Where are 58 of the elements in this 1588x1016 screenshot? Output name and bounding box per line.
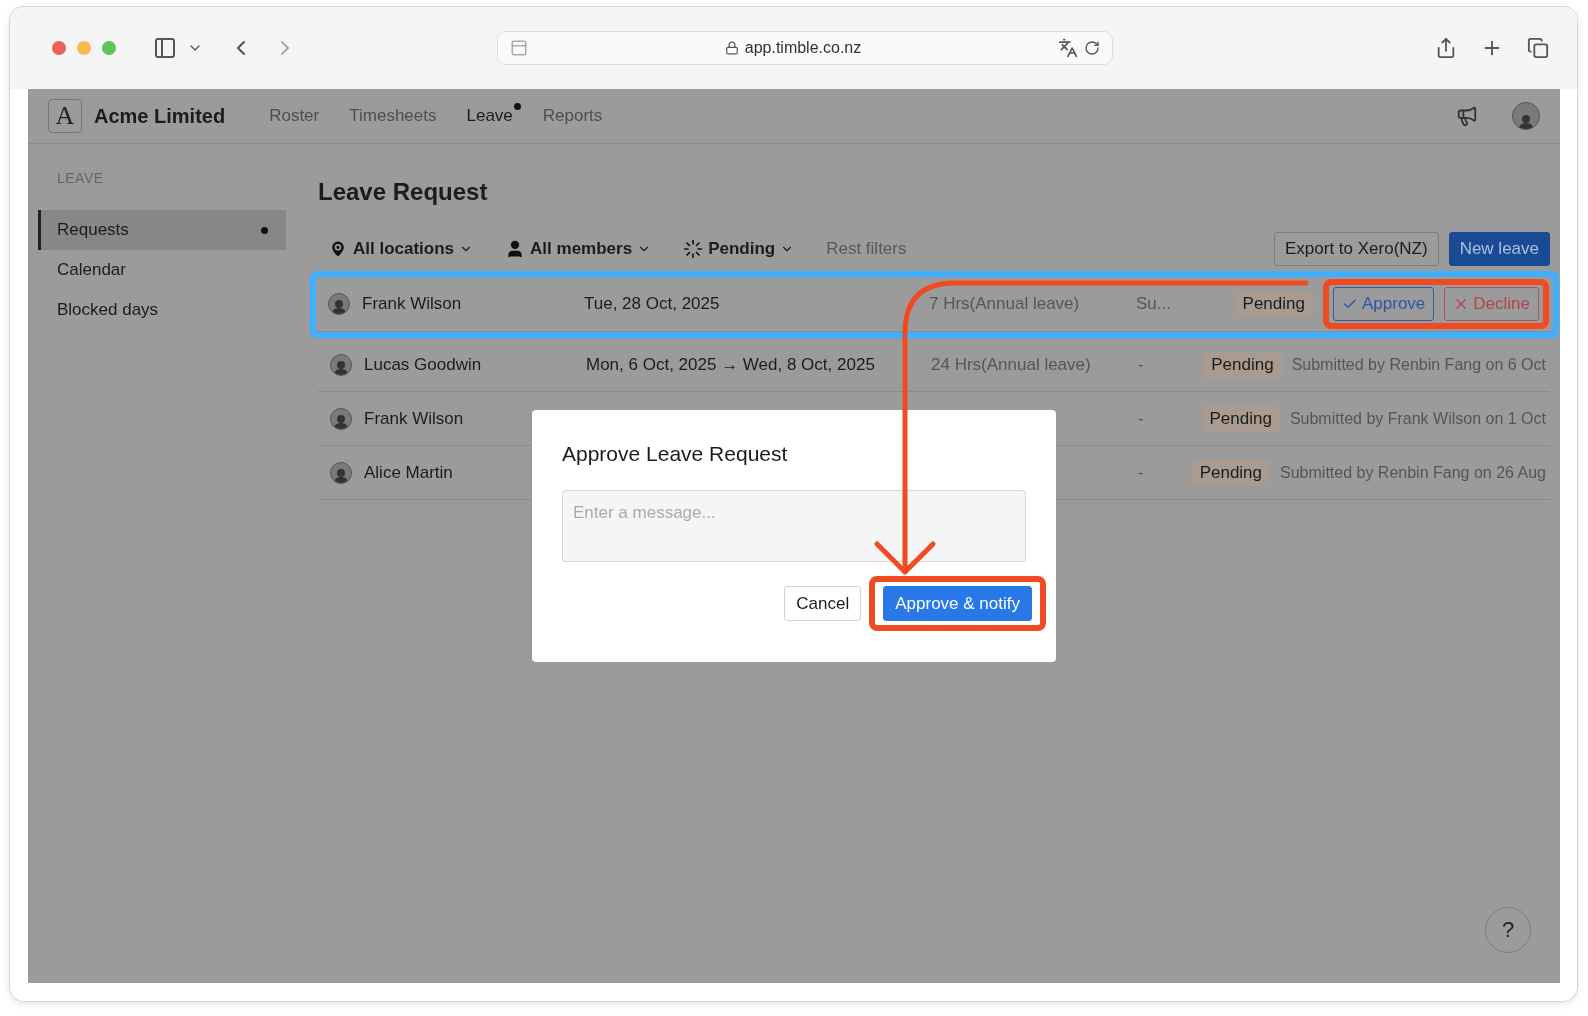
- name-cell-text: Frank Wilson: [362, 294, 463, 314]
- name-cell-text: Alice Martin: [364, 462, 454, 483]
- sidebar-item[interactable]: Calendar: [38, 250, 286, 290]
- share-icon[interactable]: [1435, 37, 1457, 59]
- sidebar-item-label: Blocked days: [57, 300, 159, 320]
- date-cell-text: Tue, 28 Oct, 2025: [584, 294, 721, 314]
- status-badge: Pending: [1234, 291, 1313, 317]
- sidebar-item[interactable]: Blocked days: [38, 290, 286, 330]
- table-cell-text: -: [1138, 462, 1145, 483]
- submitted-note: Submitted by Renbin Fang on 26 Aug: [1280, 463, 1546, 482]
- spinner-icon: [683, 239, 704, 259]
- name-cell-text: Frank Wilson: [364, 408, 465, 429]
- address-bar[interactable]: app.timble.co.nz: [497, 31, 1113, 65]
- translate-icon[interactable]: [1058, 38, 1078, 58]
- company-logo: A: [48, 99, 82, 133]
- cancel-button[interactable]: Cancel: [784, 586, 862, 621]
- sidebar-item-label: Requests: [57, 220, 129, 240]
- help-button[interactable]: ?: [1485, 907, 1531, 953]
- filter-dropdown[interactable]: All locations: [318, 239, 484, 259]
- date-cell-text: Mon, 6 Oct, 2025 → Wed, 8 Oct, 2025: [586, 354, 876, 375]
- name-cell-text: Lucas Goodwin: [364, 354, 483, 375]
- sidebar-item-label: Calendar: [57, 260, 126, 280]
- page-title: Leave Request: [318, 178, 489, 206]
- export-button[interactable]: Export to Xero(NZ): [1273, 232, 1439, 266]
- table-cell-text: -: [1138, 408, 1145, 429]
- dialog-title: Approve Leave Request: [562, 442, 789, 466]
- megaphone-icon[interactable]: [1456, 105, 1478, 127]
- company-name: Acme Limited: [94, 104, 226, 128]
- approve-notify-button[interactable]: Approve & notify: [883, 586, 1032, 621]
- message-field[interactable]: Enter a message...: [562, 490, 1026, 562]
- reload-icon[interactable]: [1084, 40, 1100, 56]
- status-badge: Pending: [1191, 459, 1271, 486]
- avatar-icon: [330, 353, 352, 376]
- sidebar-toggle-icon[interactable]: [153, 36, 177, 60]
- sidebar-item[interactable]: Requests: [38, 210, 286, 250]
- hours-cell-text: 7 Hrs(Annual leave): [929, 294, 1081, 314]
- nav-link[interactable]: Reports: [542, 106, 603, 126]
- status-badge: Pending: [1201, 405, 1280, 432]
- tabs-overview-icon[interactable]: [1527, 37, 1549, 59]
- nav-link[interactable]: Timesheets: [349, 106, 437, 126]
- hours-cell-text: 24 Hrs(Annual leave): [931, 354, 1092, 375]
- lock-icon: [724, 41, 739, 55]
- nav-link[interactable]: Roster: [269, 106, 320, 126]
- status-badge: Pending: [1203, 351, 1282, 378]
- submitted-note: Submitted by Frank Wilson on 1 Oct: [1289, 409, 1546, 428]
- close-window-button[interactable]: [52, 41, 66, 55]
- table-cell-text: Su...: [1136, 294, 1172, 314]
- submitted-note: Submitted by Renbin Fang on 6 Oct: [1291, 355, 1546, 374]
- avatar-icon: [330, 461, 352, 484]
- avatar-icon: [328, 293, 350, 315]
- avatar-icon: [330, 407, 352, 430]
- user-avatar[interactable]: [1512, 102, 1540, 130]
- nav-link[interactable]: Leave: [466, 106, 513, 126]
- table-cell-text: -: [1138, 354, 1145, 375]
- filter-dropdown[interactable]: All members: [495, 239, 662, 259]
- new-leave-button[interactable]: New leave: [1448, 232, 1550, 266]
- filter-dropdown[interactable]: Pending: [673, 239, 805, 259]
- page-icon: [510, 39, 528, 57]
